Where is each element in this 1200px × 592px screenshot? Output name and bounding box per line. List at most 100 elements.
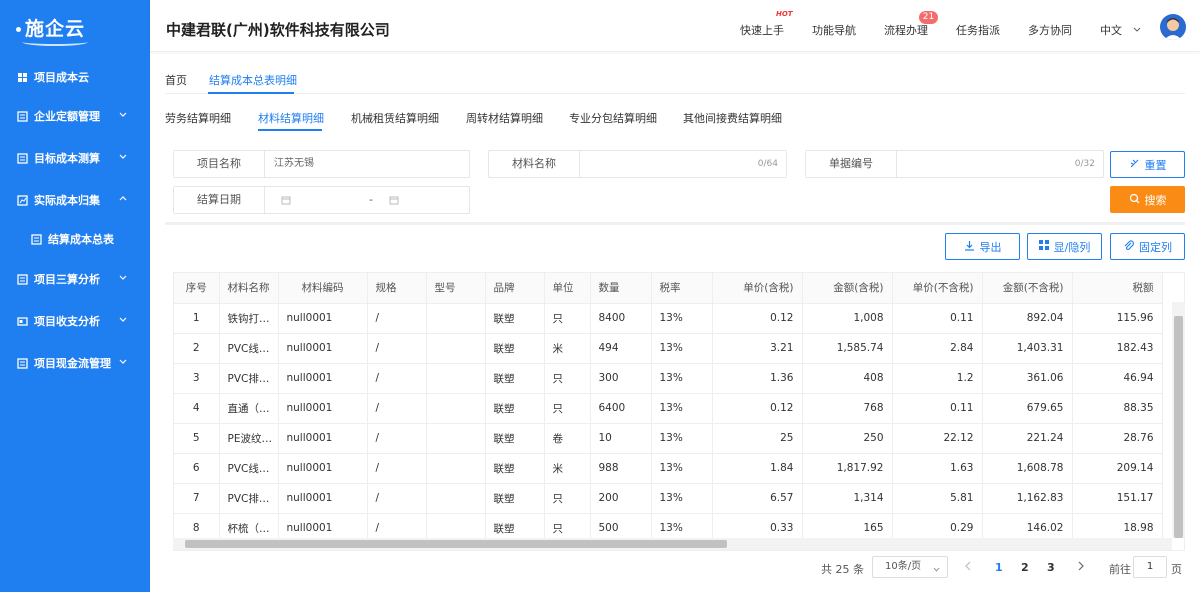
sidebar-item-label: 实际成本归集 [34,194,100,207]
sidebar-item-three-calc[interactable]: 项目三算分析 [0,264,150,294]
prev-page-button[interactable] [964,561,973,574]
page-size-select[interactable]: 10条/页 [872,556,948,578]
settlement-date-field[interactable]: 结算日期 - [173,186,470,214]
doc-number-counter: 0/32 [1074,159,1095,169]
cell-seq: 6 [174,453,220,484]
table-row[interactable]: 2 PVC线… null0001/ 联塑米 494 13% 3.21 1,585.74 2.84… [174,333,1163,364]
table-row[interactable]: 3 PVC排… null0001/ 联塑只 300 13% 1.36 408 1.2 361.06… [174,363,1163,394]
doc-number-field[interactable]: 单据编号 0/32 [805,150,1104,178]
reset-button[interactable]: 重置 [1110,151,1185,178]
page-2[interactable]: 2 [1021,561,1029,574]
cell-material-name: PVC线… [219,333,279,364]
search-button[interactable]: 搜索 [1110,186,1185,213]
avatar[interactable] [1160,14,1186,40]
nav-workflow[interactable]: 流程办理 [884,22,928,38]
column-header-unit: 单位 [544,273,591,304]
horizontal-scroll-thumb[interactable] [185,540,727,548]
settlement-table: 序号 材料名称 材料编码 规格 型号 品牌 单位 数量 税率 单价(含税) 金额(含税) 单价(不含税… [173,272,1185,551]
cell-material-code: null0001 [278,333,368,364]
cell-amount-notax: 361.06 [982,363,1073,394]
tab-labor-settlement[interactable]: 劳务结算明细 [165,110,231,126]
pin-columns-label: 固定列 [1139,240,1172,254]
column-header-amount-tax: 金额(含税) [802,273,893,304]
cell-unit-price-tax: 1.84 [712,453,803,484]
cell-tax-rate: 13% [651,393,713,424]
cell-quantity: 300 [590,363,652,394]
table-row[interactable]: 4 直通（… null0001/ 联塑只 6400 13% 0.12 768 0.11 679.6… [174,393,1163,424]
download-icon [964,240,980,254]
cell-unit-price-notax: 0.11 [892,393,983,424]
cell-unit-price-notax: 0.11 [892,303,983,334]
vertical-scrollbar[interactable] [1172,302,1185,538]
cell-seq: 1 [174,303,220,334]
toggle-columns-button[interactable]: 显/隐列 [1027,233,1102,260]
table-row[interactable]: 5 PE波纹… null0001/ 联塑卷 10 13% 25 250 22.12 221.24 2… [174,423,1163,454]
sidebar-item-enterprise-quota[interactable]: 企业定额管理 [0,101,150,131]
cell-brand: 联塑 [485,393,545,424]
cell-model [426,453,486,484]
cell-seq: 5 [174,423,220,454]
cell-model [426,333,486,364]
breadcrumb-home[interactable]: 首页 [165,72,187,88]
pin-columns-button[interactable]: 固定列 [1110,233,1185,260]
cell-unit: 米 [544,333,591,364]
cell-amount-tax: 1,817.92 [802,453,893,484]
grid-icon [16,71,28,83]
sidebar-item-actual-cost[interactable]: 实际成本归集 [0,185,150,215]
cell-unit-price-tax: 3.21 [712,333,803,364]
nav-quick-start[interactable]: 快速上手 [740,22,784,38]
project-name-label: 项目名称 [174,151,265,177]
sidebar-item-label: 目标成本测算 [34,152,100,165]
nav-task-assign[interactable]: 任务指派 [956,22,1000,38]
tab-subcontract-settlement[interactable]: 专业分包结算明细 [569,110,657,126]
export-button[interactable]: 导出 [945,233,1020,260]
cell-model [426,483,486,514]
tab-machinery-settlement[interactable]: 机械租赁结算明细 [351,110,439,126]
cell-tax-amount: 115.96 [1072,303,1163,334]
tab-indirect-settlement[interactable]: 其他间接费结算明细 [683,110,782,126]
document-icon [30,233,42,245]
language-select[interactable]: 中文 [1100,22,1142,38]
next-page-button[interactable] [1076,561,1085,574]
sidebar-item-project-cost-cloud[interactable]: 项目成本云 [0,62,150,92]
cell-quantity: 988 [590,453,652,484]
logo-swoosh [22,38,88,46]
breadcrumb-active-indicator [208,92,294,94]
breadcrumb-current[interactable]: 结算成本总表明细 [209,72,297,88]
page-3[interactable]: 3 [1047,561,1055,574]
cell-unit: 只 [544,363,591,394]
sidebar-item-settlement-summary[interactable]: 结算成本总表 [0,224,150,254]
cell-amount-tax: 408 [802,363,893,394]
nav-collaboration[interactable]: 多方协同 [1028,22,1072,38]
cell-tax-amount: 209.14 [1072,453,1163,484]
cell-spec: / [367,303,427,334]
chevron-down-icon [118,315,130,327]
table-row[interactable]: 1 铁钩打… null0001/ 联塑只 8400 13% 0.12 1,008 0.11 892… [174,303,1163,334]
cell-amount-notax: 1,608.78 [982,453,1073,484]
project-name-field[interactable]: 项目名称 江苏无锡 [173,150,470,178]
cell-tax-rate: 13% [651,363,713,394]
page-1[interactable]: 1 [995,561,1003,574]
notification-badge: 21 [919,11,938,24]
horizontal-scrollbar[interactable] [173,538,1172,550]
cell-unit: 只 [544,303,591,334]
vertical-scroll-thumb[interactable] [1174,316,1183,538]
sidebar-item-target-cost[interactable]: 目标成本测算 [0,143,150,173]
table-row[interactable]: 6 PVC线… null0001/ 联塑米 988 13% 1.84 1,817.92 1.63… [174,453,1163,484]
sidebar-item-cashflow[interactable]: 项目现金流管理 [0,348,150,378]
column-header-unit-price-notax: 单价(不含税) [892,273,983,304]
nav-function-guide[interactable]: 功能导航 [812,22,856,38]
material-name-field[interactable]: 材料名称 0/64 [488,150,787,178]
column-header-material-name: 材料名称 [219,273,279,304]
cell-brand: 联塑 [485,483,545,514]
cell-quantity: 6400 [590,393,652,424]
tab-material-settlement[interactable]: 材料结算明细 [258,110,324,126]
cell-unit-price-tax: 1.36 [712,363,803,394]
goto-page-input[interactable]: 1 [1133,556,1167,578]
sidebar-item-income-expense[interactable]: 项目收支分析 [0,306,150,336]
cell-amount-tax: 1,008 [802,303,893,334]
tab-turnover-settlement[interactable]: 周转材结算明细 [466,110,543,126]
cell-seq: 2 [174,333,220,364]
cell-amount-notax: 679.65 [982,393,1073,424]
table-row[interactable]: 7 PVC排… null0001/ 联塑只 200 13% 6.57 1,314 5.81 1,1… [174,483,1163,514]
